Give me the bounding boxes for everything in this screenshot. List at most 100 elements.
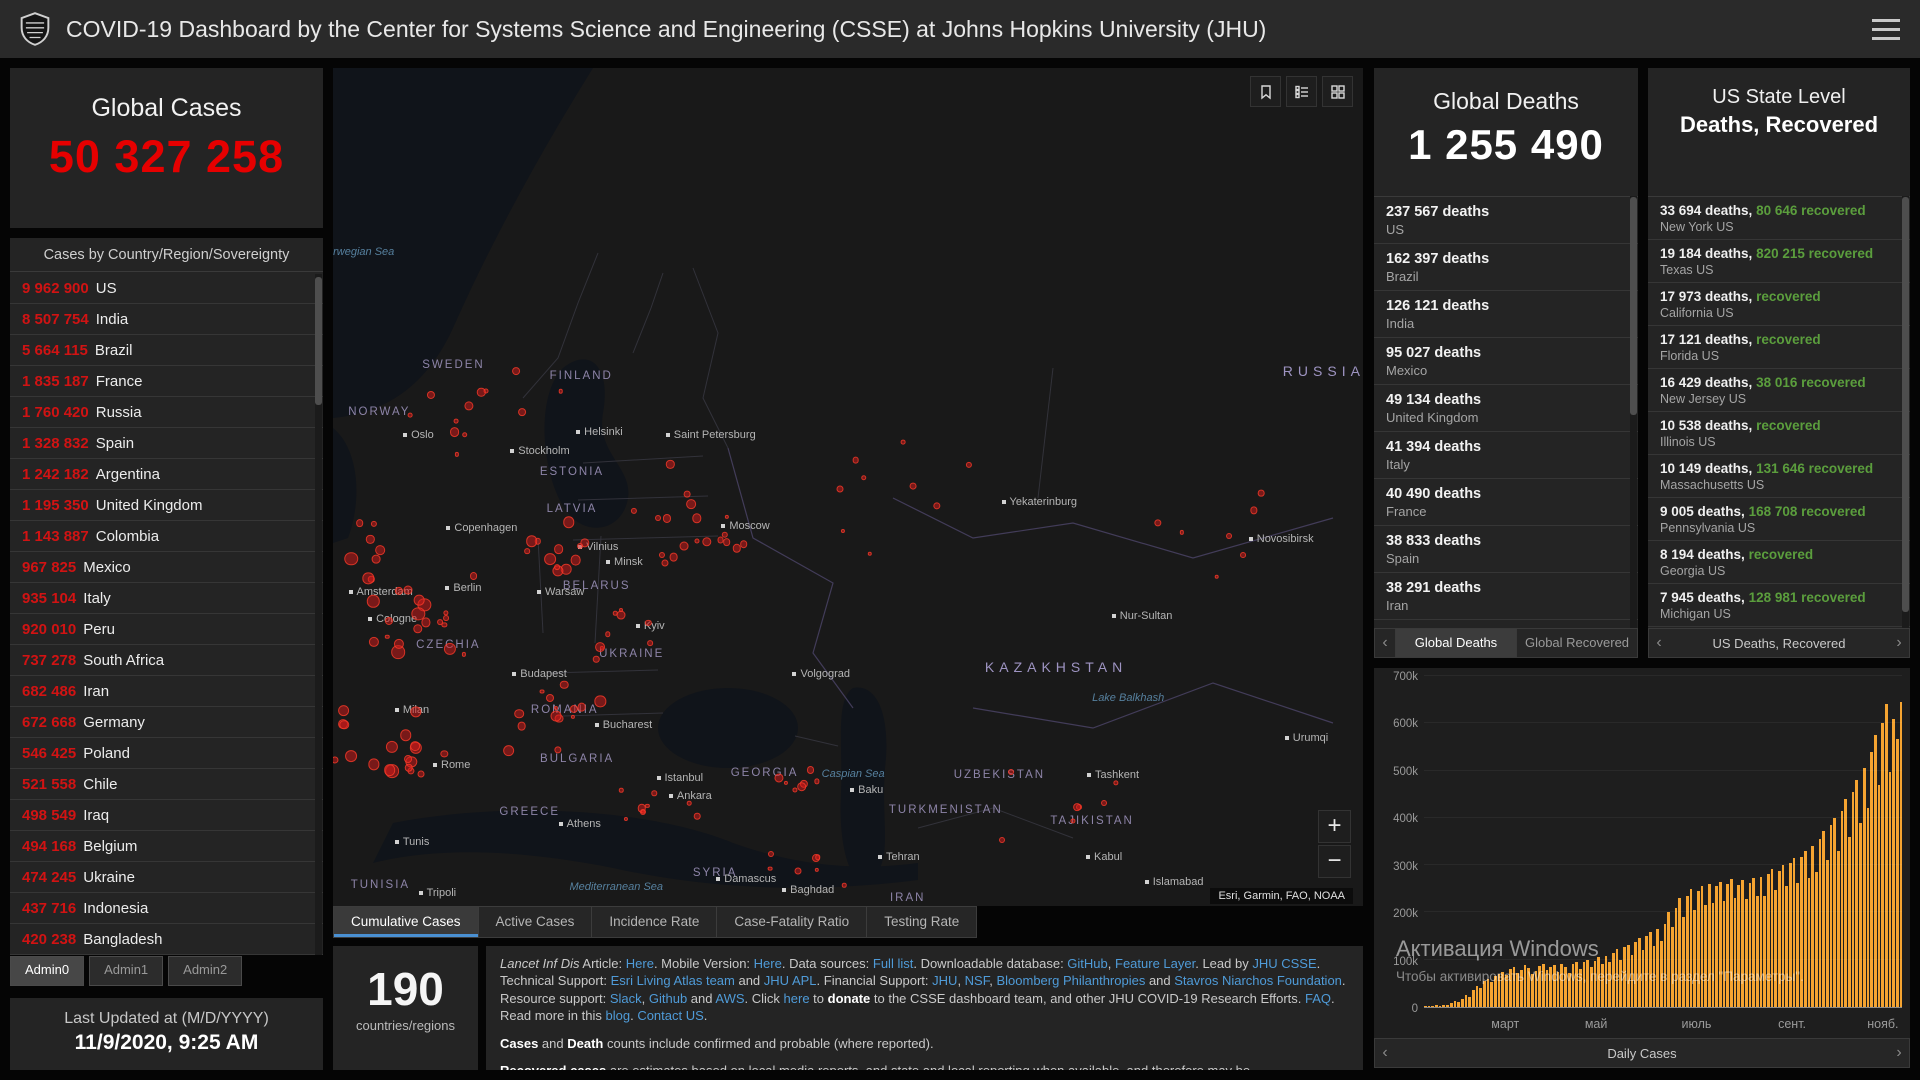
- case-cluster-dot[interactable]: [806, 766, 815, 774]
- case-cluster-dot[interactable]: [691, 513, 702, 523]
- global-deaths-row[interactable]: 237 567 deaths US: [1374, 197, 1638, 244]
- deaths-list-scrollbar[interactable]: [1630, 196, 1637, 628]
- global-deaths-row[interactable]: 38 291 deaths Iran: [1374, 573, 1638, 620]
- case-cluster-dot[interactable]: [375, 545, 385, 555]
- country-cases-row[interactable]: 494 168 Belgium: [10, 831, 323, 862]
- case-cluster-dot[interactable]: [440, 750, 449, 758]
- case-cluster-dot[interactable]: [842, 882, 847, 888]
- daily-cases-bar[interactable]: [1685, 895, 1689, 1007]
- case-cluster-dot[interactable]: [1239, 552, 1246, 559]
- case-cluster-dot[interactable]: [867, 551, 872, 557]
- case-cluster-dot[interactable]: [1250, 506, 1258, 514]
- daily-cases-bar[interactable]: [1431, 1006, 1435, 1007]
- case-cluster-dot[interactable]: [544, 553, 557, 566]
- case-cluster-dot[interactable]: [1100, 799, 1107, 806]
- us-state-row[interactable]: 33 694 deaths, 80 646 recovered New York …: [1648, 197, 1910, 240]
- us-state-row[interactable]: 10 538 deaths, recovered Illinois US: [1648, 412, 1910, 455]
- case-cluster-dot[interactable]: [385, 634, 390, 639]
- daily-cases-bar[interactable]: [1877, 784, 1881, 1007]
- daily-cases-bar[interactable]: [1471, 990, 1475, 1007]
- footer-link[interactable]: Bloomberg Philanthropies: [996, 973, 1145, 988]
- footer-link[interactable]: JHU: [932, 973, 957, 988]
- global-deaths-row[interactable]: 38 833 deaths Spain: [1374, 526, 1638, 573]
- daily-cases-bar[interactable]: [1704, 905, 1707, 1007]
- case-cluster-dot[interactable]: [795, 867, 802, 875]
- chevron-left-icon[interactable]: ‹: [1375, 1044, 1395, 1062]
- footer-link[interactable]: Here: [754, 956, 782, 971]
- case-cluster-dot[interactable]: [337, 704, 350, 717]
- case-cluster-dot[interactable]: [469, 572, 478, 581]
- basemap-icon[interactable]: [1322, 76, 1353, 107]
- daily-cases-bar[interactable]: [1837, 850, 1840, 1007]
- daily-cases-bar[interactable]: [1711, 902, 1715, 1007]
- case-cluster-dot[interactable]: [701, 537, 712, 547]
- case-cluster-dot[interactable]: [662, 514, 671, 523]
- case-cluster-dot[interactable]: [384, 617, 393, 626]
- footer-link[interactable]: blog: [606, 1008, 631, 1023]
- case-cluster-dot[interactable]: [686, 801, 692, 806]
- map-tab-active-cases[interactable]: Active Cases: [478, 906, 593, 938]
- case-cluster-dot[interactable]: [464, 401, 474, 411]
- case-cluster-dot[interactable]: [624, 816, 629, 821]
- case-cluster-dot[interactable]: [732, 544, 741, 553]
- daily-cases-bar[interactable]: [1848, 836, 1851, 1007]
- case-cluster-dot[interactable]: [767, 866, 773, 871]
- case-cluster-dot[interactable]: [368, 636, 379, 647]
- case-cluster-dot[interactable]: [577, 702, 586, 712]
- case-cluster-dot[interactable]: [421, 617, 431, 628]
- daily-cases-bar[interactable]: [1803, 850, 1807, 1007]
- us-state-row[interactable]: 10 149 deaths, 131 646 recovered Massachu…: [1648, 455, 1910, 498]
- daily-cases-bar[interactable]: [1778, 870, 1781, 1007]
- case-cluster-dot[interactable]: [408, 412, 413, 418]
- country-cases-row[interactable]: 1 242 182 Argentina: [10, 459, 323, 490]
- daily-cases-bar[interactable]: [1763, 895, 1766, 1007]
- case-cluster-dot[interactable]: [417, 770, 425, 778]
- country-cases-row[interactable]: 672 668 Germany: [10, 707, 323, 738]
- daily-cases-bar[interactable]: [1811, 846, 1814, 1007]
- country-cases-row[interactable]: 546 425 Poland: [10, 738, 323, 769]
- daily-cases-bar[interactable]: [1766, 873, 1770, 1007]
- footer-link[interactable]: Slack: [610, 991, 642, 1006]
- case-cluster-dot[interactable]: [443, 642, 456, 655]
- case-cluster-dot[interactable]: [426, 390, 435, 399]
- us-state-row[interactable]: 17 121 deaths, recovered Florida US: [1648, 326, 1910, 369]
- footer-link[interactable]: GitHub: [1067, 956, 1107, 971]
- case-cluster-dot[interactable]: [571, 714, 576, 719]
- case-cluster-dot[interactable]: [371, 520, 378, 527]
- daily-cases-bar[interactable]: [1715, 886, 1718, 1007]
- case-cluster-dot[interactable]: [693, 813, 701, 820]
- case-cluster-dot[interactable]: [443, 614, 450, 621]
- case-cluster-dot[interactable]: [965, 461, 973, 468]
- daily-cases-bar[interactable]: [1674, 907, 1678, 1007]
- country-cases-row[interactable]: 420 238 Bangladesh: [10, 924, 323, 955]
- case-cluster-dot[interactable]: [539, 689, 545, 694]
- case-cluster-dot[interactable]: [394, 586, 403, 595]
- case-cluster-dot[interactable]: [1179, 530, 1184, 535]
- case-cluster-dot[interactable]: [339, 719, 350, 730]
- case-cluster-dot[interactable]: [553, 746, 562, 754]
- footer-link[interactable]: Here: [626, 956, 654, 971]
- case-cluster-dot[interactable]: [570, 554, 581, 566]
- global-deaths-row[interactable]: 126 121 deaths India: [1374, 291, 1638, 338]
- case-cluster-dot[interactable]: [461, 431, 468, 438]
- daily-cases-bar[interactable]: [1859, 822, 1862, 1007]
- country-cases-row[interactable]: 1 835 187 France: [10, 366, 323, 397]
- case-cluster-dot[interactable]: [362, 572, 374, 584]
- case-cluster-dot[interactable]: [413, 594, 425, 606]
- case-cluster-dot[interactable]: [518, 408, 527, 417]
- case-cluster-dot[interactable]: [852, 456, 859, 464]
- daily-cases-bar[interactable]: [1870, 751, 1873, 1007]
- daily-cases-bar[interactable]: [1774, 889, 1777, 1007]
- daily-cases-bar[interactable]: [1722, 900, 1726, 1007]
- case-cluster-dot[interactable]: [545, 694, 554, 703]
- daily-cases-bar[interactable]: [1759, 876, 1763, 1007]
- case-cluster-dot[interactable]: [651, 790, 658, 796]
- us-state-row[interactable]: 8 194 deaths, recovered Georgia US: [1648, 541, 1910, 584]
- case-cluster-dot[interactable]: [814, 867, 819, 872]
- chevron-right-icon[interactable]: ›: [1889, 634, 1909, 652]
- daily-cases-bar[interactable]: [1829, 824, 1833, 1007]
- case-cluster-dot[interactable]: [814, 854, 821, 861]
- daily-cases-bar[interactable]: [1807, 878, 1811, 1007]
- case-cluster-dot[interactable]: [594, 695, 606, 708]
- country-cases-row[interactable]: 935 104 Italy: [10, 583, 323, 614]
